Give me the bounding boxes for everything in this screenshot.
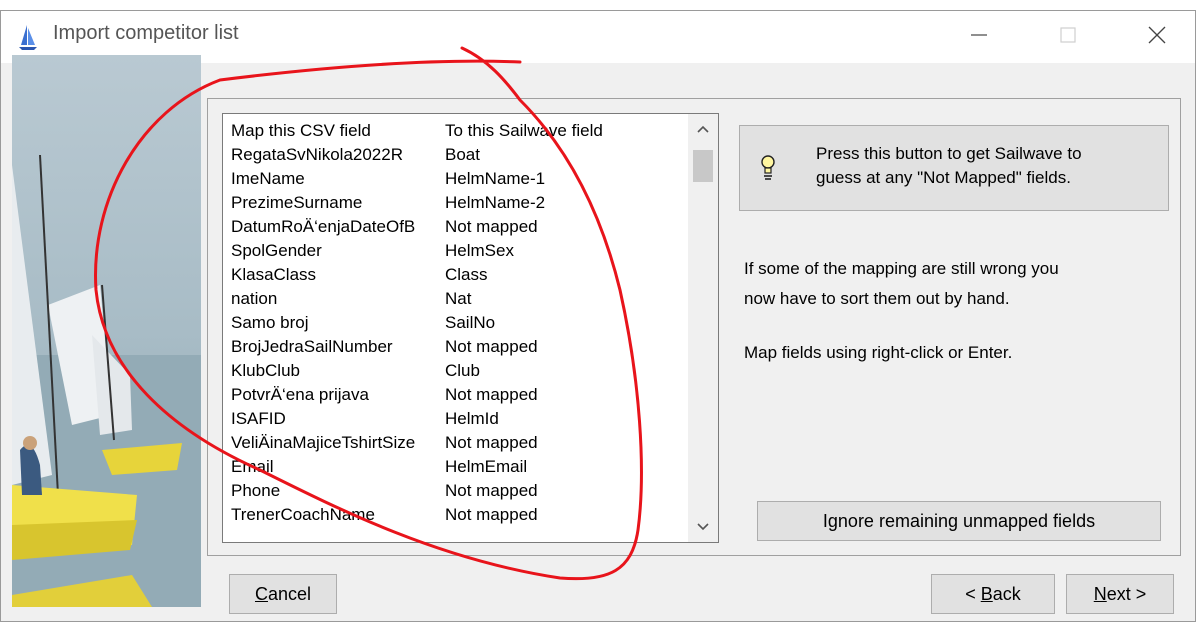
maximize-button[interactable]: [1045, 11, 1091, 59]
sailwave-field: Class: [445, 265, 488, 284]
guess-mapping-button[interactable]: Press this button to get Sailwave to gue…: [739, 125, 1169, 211]
minimize-icon: [971, 34, 987, 36]
column-header-csv: Map this CSV field: [231, 121, 371, 140]
chevron-down-icon: [697, 523, 709, 531]
csv-field: Samo broj: [231, 313, 309, 332]
csv-field: Phone: [231, 481, 281, 500]
csv-field: KlasaClass: [231, 265, 317, 284]
next-label: ext >: [1106, 583, 1147, 604]
csv-field: DatumRoÄ‘enjaDateOfB: [231, 217, 416, 236]
csv-field: KlubClub: [231, 361, 300, 380]
sailwave-field: HelmName-1: [445, 169, 546, 188]
close-icon: [1148, 26, 1166, 44]
csv-field: BrojJedraSailNumber: [231, 337, 393, 356]
scroll-down-button[interactable]: [688, 512, 718, 542]
csv-field: ISAFID: [231, 409, 286, 428]
sailwave-field: Club: [445, 361, 480, 380]
list-scrollbar[interactable]: [688, 114, 718, 542]
csv-field: PotvrÄ‘ena prijava: [231, 385, 369, 404]
back-prefix: <: [965, 583, 981, 604]
csv-field: nation: [231, 289, 278, 308]
next-button[interactable]: Next >: [1066, 574, 1174, 614]
info-text-line3: Map fields using right-click or Enter.: [744, 343, 1013, 362]
window-title: Import competitor list: [53, 22, 239, 44]
back-mnemonic: B: [980, 583, 993, 604]
cancel-button[interactable]: Cancel: [229, 574, 337, 614]
cancel-mnemonic: C: [254, 583, 268, 604]
ignore-unmapped-button[interactable]: Ignore remaining unmapped fields: [757, 501, 1161, 541]
sailwave-field: HelmSex: [445, 241, 514, 260]
sailwave-field: HelmName-2: [445, 193, 546, 212]
back-label: ack: [992, 583, 1021, 604]
csv-field: TrenerCoachName: [231, 505, 375, 524]
cancel-label: ancel: [267, 583, 312, 604]
next-mnemonic: N: [1093, 583, 1107, 604]
ignore-button-label: Ignore remaining unmapped fields: [822, 510, 1096, 531]
csv-field: SpolGender: [231, 241, 322, 260]
csv-field: VeliÄinaMajiceTshirtSize: [231, 433, 416, 452]
sailwave-field: Boat: [445, 145, 480, 164]
sailwave-field: Not mapped: [445, 505, 538, 524]
sailwave-field: SailNo: [445, 313, 496, 332]
column-header-sailwave: To this Sailwave field: [445, 121, 603, 140]
guess-button-line1: Press this button to get Sailwave to: [816, 144, 1082, 163]
csv-field: Email: [231, 457, 274, 476]
sailwave-field: Not mapped: [445, 385, 538, 404]
sailwave-field: Not mapped: [445, 433, 538, 452]
sailboat-app-icon: [19, 25, 37, 50]
sailwave-field: Nat: [445, 289, 472, 308]
maximize-icon: [1060, 27, 1076, 43]
sailwave-field: Not mapped: [445, 217, 538, 236]
back-button[interactable]: < Back: [931, 574, 1055, 614]
field-mapping-list[interactable]: Map this CSV field To this Sailwave fiel…: [222, 113, 719, 543]
csv-field: RegataSvNikola2022R: [231, 145, 403, 164]
sailwave-field: Not mapped: [445, 337, 538, 356]
lightbulb-icon: [761, 155, 775, 180]
chevron-up-icon: [697, 125, 709, 133]
csv-field: PrezimeSurname: [231, 193, 363, 212]
csv-field: ImeName: [231, 169, 305, 188]
sailwave-field: Not mapped: [445, 481, 538, 500]
scroll-thumb[interactable]: [693, 150, 713, 182]
guess-button-line2: guess at any "Not Mapped" fields.: [816, 168, 1071, 187]
sailing-boats-photo: [12, 55, 201, 607]
close-button[interactable]: [1134, 11, 1180, 59]
minimize-button[interactable]: [956, 11, 1002, 59]
scroll-up-button[interactable]: [688, 114, 718, 144]
sailwave-field: HelmEmail: [445, 457, 528, 476]
guess-button-text: Press this button to get Sailwave to gue…: [816, 142, 1156, 190]
info-text-line1: If some of the mapping are still wrong y…: [744, 259, 1059, 278]
sailing-photo-image: [12, 55, 201, 607]
info-text-line2: now have to sort them out by hand.: [744, 289, 1010, 308]
sailwave-field: HelmId: [445, 409, 499, 428]
